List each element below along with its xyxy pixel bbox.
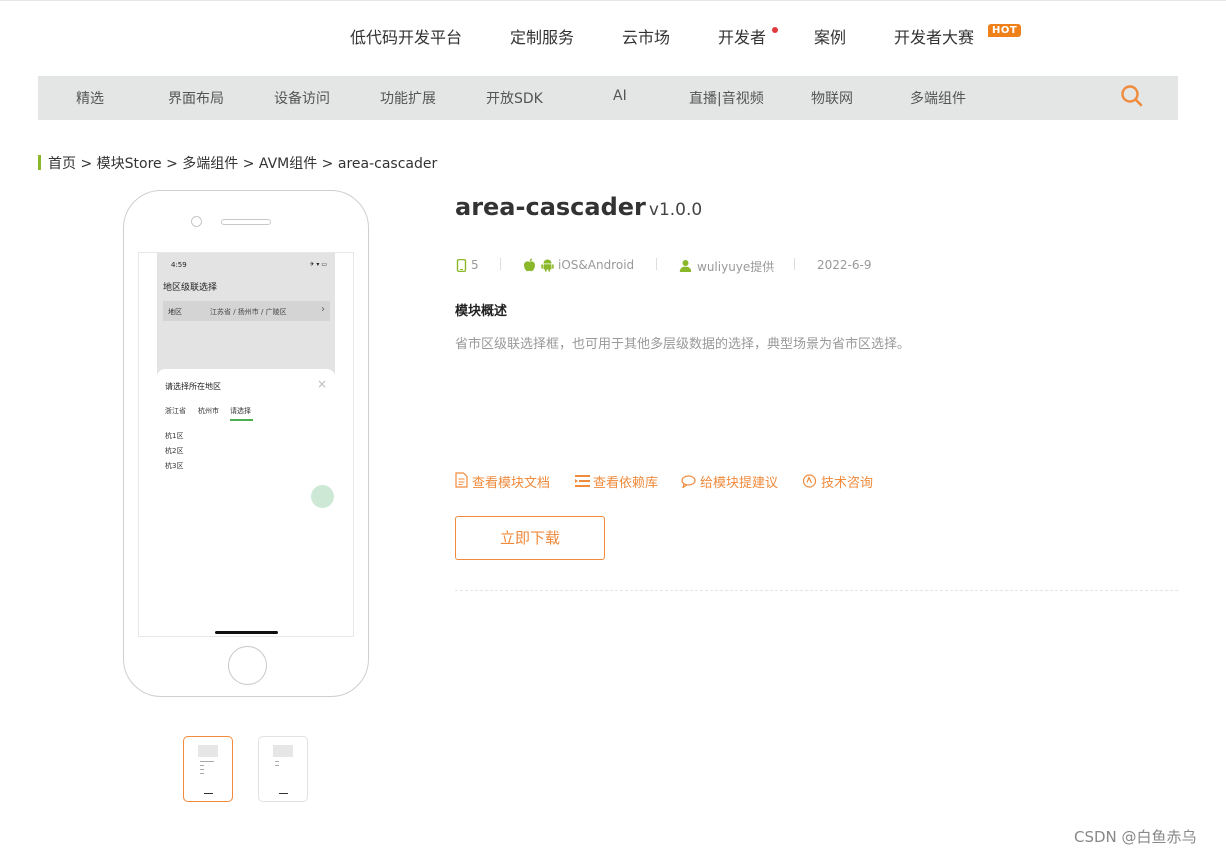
meta-divider [794, 258, 795, 270]
region-label: 地区 [168, 308, 182, 316]
android-icon [541, 258, 554, 272]
module-platform: iOS&Android [558, 258, 635, 272]
phone-home-button [228, 646, 267, 685]
status-icons: ✈ ▾ ▭ [309, 261, 327, 268]
overview-title: 模块概述 [455, 304, 508, 319]
thumb-line [275, 765, 279, 766]
thumb-home-bar [204, 793, 213, 794]
top-divider [0, 0, 1226, 1]
picker-sheet: 请选择所在地区 × 浙江省 杭州市 请选择 杭1区 杭2区 杭3区 [157, 369, 335, 636]
category-ui-layout[interactable]: 界面布局 [168, 88, 224, 108]
view-dependencies-link[interactable]: 查看依赖库 [593, 472, 658, 491]
user-icon [679, 259, 692, 272]
tech-consult-link[interactable]: 技术咨询 [821, 472, 873, 491]
phone-icon [456, 259, 467, 272]
category-open-sdk[interactable]: 开放SDK [486, 88, 543, 108]
category-extensions[interactable]: 功能扩展 [380, 88, 436, 108]
search-icon[interactable] [1120, 84, 1146, 110]
thumb-line [200, 761, 214, 762]
module-date: 2022-6-9 [817, 258, 872, 272]
module-count: 5 [471, 258, 479, 272]
screenshot-thumbnail-2[interactable] [258, 736, 308, 802]
region-row: 地区 江苏省 / 扬州市 / 广陵区 › [163, 301, 330, 321]
category-live-av[interactable]: 直播|音视频 [689, 88, 764, 108]
region-value: 江苏省 / 扬州市 / 广陵区 [210, 308, 287, 316]
home-indicator [215, 631, 278, 634]
nav-cloud-market[interactable]: 云市场 [622, 24, 670, 48]
sheet-tab-select: 请选择 [230, 407, 251, 415]
phone-speaker [221, 219, 271, 225]
thumb-header [273, 745, 293, 757]
module-provider[interactable]: wuliyuye提供 [697, 258, 774, 275]
sheet-title: 请选择所在地区 [165, 382, 221, 391]
top-nav: 低代码开发平台 定制服务 云市场 开发者 案例 开发者大赛 HOT [0, 24, 1226, 54]
module-description: 省市区级联选择框，也可用于其他多层级数据的选择，典型场景为省市区选择。 [455, 337, 911, 352]
nav-developer-contest[interactable]: 开发者大赛 [894, 24, 974, 48]
screen-header: 4:59 ✈ ▾ ▭ 地区级联选择 地区 江苏省 / 扬州市 / 广陵区 › [157, 253, 335, 375]
download-button[interactable]: 立即下载 [455, 516, 605, 560]
apple-icon [523, 258, 536, 272]
category-iot[interactable]: 物联网 [811, 88, 853, 108]
sheet-option: 杭3区 [165, 462, 184, 470]
thumb-line [200, 769, 204, 770]
notification-dot [772, 27, 778, 33]
document-icon [455, 472, 468, 488]
comment-icon [681, 475, 696, 488]
consult-icon [802, 473, 817, 489]
category-bar: 精选 界面布局 设备访问 功能扩展 开放SDK AI 直播|音视频 物联网 多端… [38, 76, 1178, 120]
thumb-header [198, 745, 218, 757]
sheet-option: 杭1区 [165, 432, 184, 440]
meta-divider [500, 258, 501, 270]
nav-custom-service[interactable]: 定制服务 [510, 24, 574, 48]
breadcrumb-marker [38, 155, 41, 170]
phone-camera [191, 216, 202, 227]
list-icon [575, 475, 590, 487]
nav-cases[interactable]: 案例 [814, 24, 846, 48]
thumb-line [275, 761, 279, 762]
nav-developer[interactable]: 开发者 [718, 24, 766, 48]
module-version: v1.0.0 [648, 200, 703, 220]
screen-title: 地区级联选择 [163, 283, 218, 293]
close-icon: × [316, 377, 327, 391]
thumb-home-bar [279, 793, 288, 794]
view-docs-link[interactable]: 查看模块文档 [472, 472, 550, 491]
screenshot-thumbnail-1[interactable] [183, 736, 233, 802]
active-tab-indicator [230, 419, 253, 421]
sheet-tab-city: 杭州市 [198, 407, 219, 415]
category-ai[interactable]: AI [613, 88, 627, 104]
breadcrumb[interactable]: 首页 > 模块Store > 多端组件 > AVM组件 > area-casca… [48, 153, 437, 173]
floating-circle [311, 485, 334, 508]
sheet-option: 杭2区 [165, 447, 184, 455]
nav-lowcode-platform[interactable]: 低代码开发平台 [350, 24, 462, 48]
module-name: area-cascader [455, 193, 646, 221]
thumb-line [200, 765, 204, 766]
screen-time: 4:59 [171, 261, 187, 269]
thumb-line [200, 773, 204, 774]
chevron-right-icon: › [321, 304, 325, 315]
category-multi-end[interactable]: 多端组件 [910, 88, 966, 108]
module-title: area-cascader v1.0.0 [455, 193, 702, 221]
suggest-link[interactable]: 给模块提建议 [700, 472, 778, 491]
meta-divider [656, 258, 657, 270]
category-featured[interactable]: 精选 [76, 88, 104, 108]
hot-badge: HOT [988, 24, 1022, 37]
watermark: CSDN @白鱼赤乌 [1074, 828, 1197, 846]
sheet-tab-province: 浙江省 [165, 407, 186, 415]
divider [455, 590, 1178, 591]
category-device-access[interactable]: 设备访问 [274, 88, 330, 108]
phone-screen: 4:59 ✈ ▾ ▭ 地区级联选择 地区 江苏省 / 扬州市 / 广陵区 › 请… [138, 252, 354, 637]
